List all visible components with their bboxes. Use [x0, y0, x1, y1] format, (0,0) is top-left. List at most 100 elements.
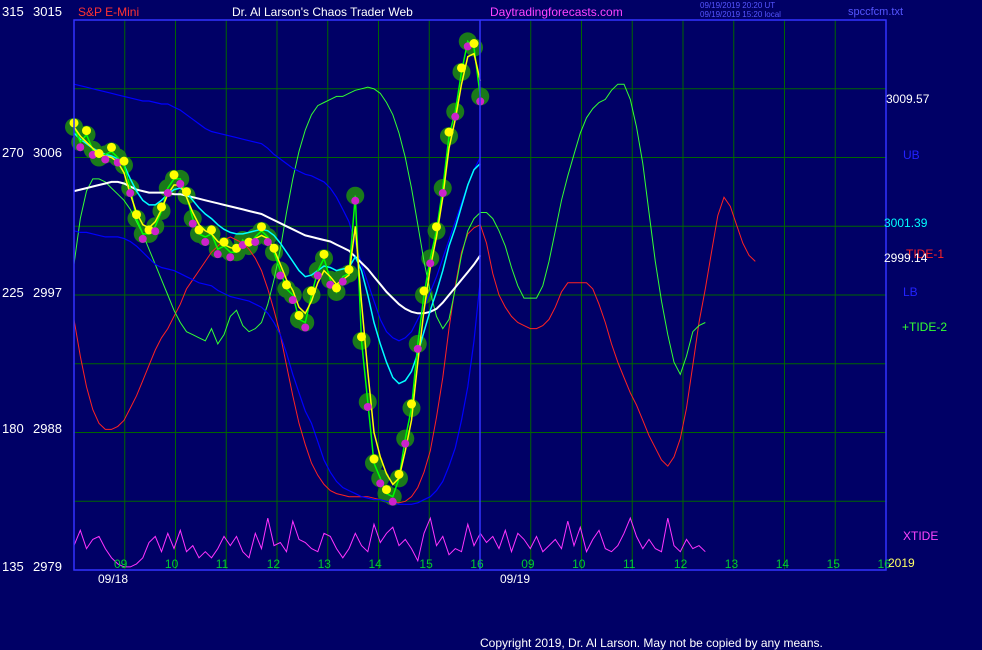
price-dot-high [194, 225, 204, 235]
site-title: Dr. Al Larson's Chaos Trader Web [232, 5, 413, 19]
series-lines-layer [73, 39, 756, 568]
price-dot-high [294, 310, 304, 320]
price-dot-high [344, 265, 354, 275]
price-dot-high [319, 249, 329, 259]
price-dot-low [188, 219, 197, 228]
axis-b-2979: 2979 [33, 559, 62, 574]
axis-b-2988: 2988 [33, 421, 62, 436]
price-dot-high [419, 286, 429, 296]
close-value-label: 2999.14 [884, 251, 928, 265]
tide2-label: +TIDE-2 [902, 320, 947, 334]
axis-a-270: 270 [2, 145, 24, 160]
price-dot-low [338, 277, 347, 286]
x-hour-label: 13 [318, 557, 332, 571]
x-hour-label: 13 [725, 557, 739, 571]
axis-a-225: 225 [2, 285, 24, 300]
price-dot-low [301, 323, 310, 332]
x-hour-label: 10 [572, 557, 586, 571]
axis-b-3006: 3006 [33, 145, 62, 160]
axis-a-top: 315 [2, 4, 24, 19]
price-dot-low [376, 479, 385, 488]
instrument-title: S&P E-Mini [78, 5, 139, 19]
copyright-notice: Copyright 2019, Dr. Al Larson. May not b… [480, 636, 823, 650]
price-dot-high [169, 170, 179, 180]
price-dot-high [369, 454, 379, 464]
price-dot-low [76, 143, 85, 152]
tide2-line [73, 83, 706, 376]
price-dot-low [438, 189, 447, 198]
x-hour-label: 15 [827, 557, 841, 571]
price-dot-low [426, 259, 435, 268]
x-hour-label: 11 [216, 557, 229, 571]
price-dot-low [151, 227, 160, 236]
price-dot-high [332, 283, 341, 293]
x-hour-label: 14 [776, 557, 790, 571]
xtide-label: XTIDE [903, 529, 938, 543]
price-dot-high [282, 280, 291, 290]
x-hour-label: 12 [674, 557, 688, 571]
price-dot-high [132, 210, 141, 220]
price-dot-high [107, 142, 116, 152]
axis-a-135: 135 [2, 559, 24, 574]
price-dot-low [163, 189, 172, 198]
mid-value-label: 3001.39 [884, 216, 928, 230]
date-label-day1: 09/18 [98, 572, 128, 586]
axis-b-top: 3015 [33, 4, 62, 19]
x-hour-labels: 09 10 11 12 13 14 15 16 09 10 11 12 13 14 15 16 [114, 557, 891, 571]
x-hour-label: 11 [623, 557, 636, 571]
price-dot-low [401, 439, 410, 448]
price-dot-high [307, 286, 316, 296]
price-dot-high [382, 485, 391, 495]
price-dot-high [94, 149, 104, 158]
price-dot-low [201, 237, 210, 246]
price-dot-high [457, 63, 466, 73]
price-dot-high [119, 156, 129, 166]
price-dot-low [451, 112, 460, 121]
lb-label: LB [903, 285, 918, 299]
ub-label: UB [903, 148, 920, 162]
site-url[interactable]: Daytradingforecasts.com [490, 5, 623, 19]
price-dot-low [351, 196, 360, 205]
x-hour-label: 16 [470, 557, 484, 571]
x-hour-label: 09 [521, 557, 535, 571]
price-dot-low [138, 234, 147, 243]
data-file-name: spccfcm.txt [848, 6, 903, 18]
x-hour-label: 15 [419, 557, 433, 571]
price-dot-high [444, 127, 454, 137]
price-dot-high [82, 126, 91, 136]
timestamp-utc: 09/19/2019 20:20 UT [700, 1, 775, 10]
price-dot-low [101, 155, 110, 164]
price-dot-high [182, 187, 191, 197]
price-dot-low [288, 296, 297, 304]
date-label-day2: 09/19 [500, 572, 530, 586]
x-hour-label: 10 [165, 557, 179, 571]
price-dot-high [157, 202, 166, 212]
price-dot-low [276, 271, 285, 280]
price-dot-high [394, 469, 404, 479]
price-dot-low [251, 237, 260, 246]
price-dot-high [407, 399, 416, 409]
year-label: 2019 [888, 556, 915, 570]
price-dot-high [269, 243, 279, 253]
price-dot-low [313, 271, 322, 280]
price-dot-high [357, 332, 366, 342]
axis-b-2997: 2997 [33, 285, 62, 300]
x-hour-label: 14 [369, 557, 383, 571]
price-dot-low [176, 179, 185, 188]
price-dot-high [257, 222, 266, 232]
price-dot-low [213, 250, 222, 259]
axis-a-180: 180 [2, 421, 24, 436]
timestamp-local: 09/19/2019 15:20 local [700, 10, 781, 19]
price-dot-low [363, 402, 372, 411]
price-dot-low [413, 344, 422, 353]
price-dot-high [432, 222, 441, 232]
price-dot-high [207, 225, 216, 235]
x-hour-label: 12 [267, 557, 281, 571]
price-dot-high [219, 237, 229, 247]
upper-value-label: 3009.57 [886, 92, 930, 106]
price-dot-low [388, 497, 397, 506]
price-dot-low [126, 189, 135, 198]
price-dot-low [226, 253, 235, 262]
price-dot-high [469, 39, 479, 48]
price-dot-low [263, 237, 272, 246]
